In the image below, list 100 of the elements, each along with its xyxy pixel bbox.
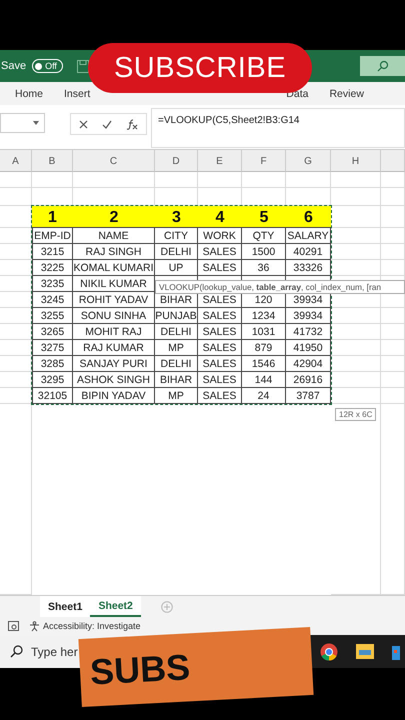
table-cell: 3225 — [32, 260, 73, 276]
accessibility-icon[interactable] — [29, 620, 40, 632]
grid-cell — [331, 388, 381, 404]
column-header[interactable]: D — [155, 150, 198, 172]
table-cell: 3275 — [32, 340, 73, 356]
table-cell: 3295 — [32, 372, 73, 388]
ribbon-tab[interactable]: Review — [329, 88, 364, 100]
sheet-tab[interactable]: Sheet2 — [90, 596, 141, 617]
column-header[interactable]: F — [242, 150, 286, 172]
table-cell: 3787 — [286, 388, 331, 404]
grid-cell — [0, 292, 32, 308]
table-cell: 1 — [32, 206, 73, 228]
table-cell: 36 — [242, 260, 286, 276]
table-cell: 42904 — [286, 356, 331, 372]
table-cell: ASHOK SINGH — [73, 372, 155, 388]
grid-cell — [0, 372, 32, 388]
table-cell: 1546 — [242, 356, 286, 372]
grid-cell — [381, 356, 405, 372]
save-icon[interactable] — [76, 60, 89, 72]
browser-icon[interactable] — [320, 642, 338, 660]
table-cell: 3 — [155, 206, 198, 228]
grid-cell — [331, 308, 381, 324]
table-cell: 879 — [242, 340, 286, 356]
table-cell: DELHI — [155, 324, 198, 340]
grid-cell — [155, 172, 198, 188]
grid-cell — [286, 172, 331, 188]
cancel-icon[interactable] — [79, 120, 88, 128]
table-cell: PUNJAB — [155, 308, 198, 324]
search-icon[interactable] — [10, 645, 23, 658]
table-cell: SALES — [198, 260, 242, 276]
table-cell: 3265 — [32, 324, 73, 340]
table-cell: SALES — [198, 308, 242, 324]
sheet-view-icon[interactable] — [8, 621, 19, 631]
column-header[interactable]: E — [198, 150, 242, 172]
table-cell: SANJAY PURI — [73, 356, 155, 372]
grid-cell — [198, 172, 242, 188]
grid-cell — [0, 388, 32, 404]
table-cell: 33326 — [286, 260, 331, 276]
table-header-cell: CITY — [155, 228, 198, 244]
formula-field[interactable]: =VLOOKUP(C5,Sheet2!B3:G14 — [151, 108, 405, 148]
table-cell: 2 — [73, 206, 155, 228]
column-header[interactable]: B — [32, 150, 73, 172]
autosave-label: Save — [1, 60, 26, 72]
check-icon[interactable] — [102, 120, 112, 128]
table-cell: BIPIN YADAV — [73, 388, 155, 404]
table-cell: RAJ SINGH — [73, 244, 155, 260]
table-cell: 3235 — [32, 276, 73, 292]
table-cell: KOMAL KUMARI — [73, 260, 155, 276]
table-cell: SALES — [198, 340, 242, 356]
grid-cell — [0, 172, 32, 188]
grid-cell — [0, 324, 32, 340]
table-header-cell: SALARY — [286, 228, 331, 244]
table-cell: 32105 — [32, 388, 73, 404]
table-cell: MP — [155, 388, 198, 404]
column-header[interactable]: A — [0, 150, 32, 172]
table-cell: 41950 — [286, 340, 331, 356]
table-cell: 5 — [242, 206, 286, 228]
search-button[interactable] — [360, 56, 405, 76]
grid-cell — [32, 172, 73, 188]
table-header-cell: EMP-ID — [32, 228, 73, 244]
table-cell: 24 — [242, 388, 286, 404]
grid-cell — [381, 260, 405, 276]
table-cell: 3285 — [32, 356, 73, 372]
grid-cell — [0, 188, 32, 206]
column-header[interactable]: H — [331, 150, 381, 172]
store-icon[interactable] — [392, 644, 400, 660]
table-cell: SALES — [198, 324, 242, 340]
table-cell: SALES — [198, 244, 242, 260]
function-icon[interactable] — [126, 118, 138, 130]
grid-cell — [0, 244, 32, 260]
column-header[interactable]: C — [73, 150, 155, 172]
grid-cell — [381, 244, 405, 260]
table-cell: 4 — [198, 206, 242, 228]
table-cell: 6 — [286, 206, 331, 228]
grid-cell — [381, 228, 405, 244]
table-cell: 41732 — [286, 324, 331, 340]
table-cell: MP — [155, 340, 198, 356]
grid-cell — [0, 228, 32, 244]
grid-cell — [331, 356, 381, 372]
ribbon-tab[interactable]: Home — [15, 88, 44, 100]
grid-cell — [381, 172, 405, 188]
grid-cell — [381, 324, 405, 340]
function-tooltip: VLOOKUP(lookup_value, table_array, col_index_num, [ran — [155, 280, 405, 294]
ribbon-tab[interactable]: Insert — [64, 88, 90, 100]
table-header-cell: QTY — [242, 228, 286, 244]
sheet-tab[interactable]: Sheet1 — [40, 596, 90, 617]
grid-cell — [381, 372, 405, 388]
grid-cell — [0, 308, 32, 324]
table-cell: ROHIT YADAV — [73, 292, 155, 308]
column-header[interactable]: G — [286, 150, 331, 172]
grid-cell — [331, 244, 381, 260]
autosave-toggle[interactable]: Off — [32, 59, 63, 73]
search-field[interactable]: Type her — [31, 644, 79, 658]
grid-cell — [0, 276, 32, 292]
grid-cell — [331, 228, 381, 244]
table-cell: DELHI — [155, 356, 198, 372]
grid-cell — [381, 206, 405, 228]
table-cell: 1500 — [242, 244, 286, 260]
table-cell: 40291 — [286, 244, 331, 260]
grid-cell — [331, 372, 381, 388]
